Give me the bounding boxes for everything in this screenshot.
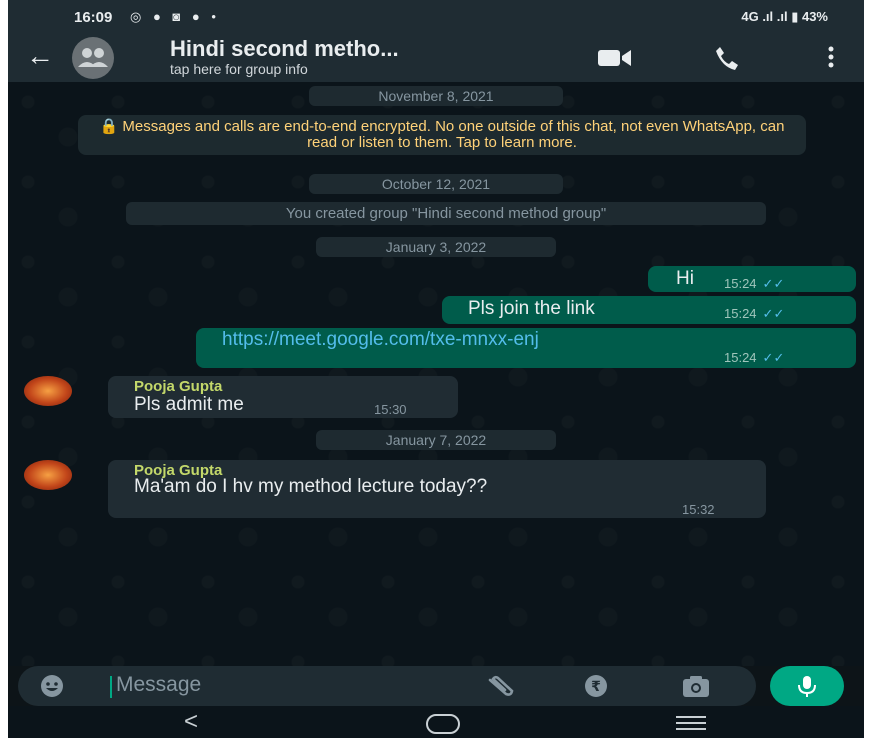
message-composer: Message ₹ bbox=[8, 666, 864, 706]
nav-back-icon[interactable]: < bbox=[184, 708, 198, 736]
message-time: 15:24 bbox=[724, 276, 757, 291]
more-options-icon[interactable] bbox=[828, 46, 834, 68]
voice-call-icon[interactable] bbox=[714, 45, 740, 71]
chat-title[interactable]: Hindi second metho... bbox=[170, 36, 399, 62]
message-text: Hi bbox=[676, 268, 694, 289]
status-time: 16:09 bbox=[74, 9, 113, 26]
date-separator: November 8, 2021 bbox=[309, 86, 563, 106]
message-bubble-outgoing[interactable]: Hi 15:24 ✓✓ bbox=[648, 266, 856, 292]
back-arrow-icon[interactable]: ← bbox=[26, 40, 54, 72]
video-call-icon[interactable] bbox=[598, 48, 632, 68]
read-ticks-icon: ✓✓ bbox=[762, 276, 785, 291]
attach-icon[interactable] bbox=[486, 674, 514, 698]
nav-home-icon[interactable] bbox=[426, 714, 460, 734]
message-bubble-incoming[interactable]: Pooja Gupta Pls admit me 15:30 bbox=[108, 376, 458, 418]
chat-subtitle[interactable]: tap here for group info bbox=[170, 61, 308, 77]
meeting-link[interactable]: https://meet.google.com/txe-mnxx-enj bbox=[222, 329, 539, 351]
message-time: 15:24 bbox=[724, 306, 757, 321]
nav-recent-apps-icon[interactable] bbox=[676, 716, 706, 734]
phone-screen: 16:09 ◎ ● ◙ ● • 4G .ıl .ıl ▮ 43% ← Hindi… bbox=[8, 0, 864, 738]
rupee-icon[interactable]: ₹ bbox=[584, 674, 608, 698]
date-separator: October 12, 2021 bbox=[309, 174, 563, 194]
message-bubble-outgoing[interactable]: Pls join the link 15:24 ✓✓ bbox=[442, 296, 856, 324]
date-separator: January 7, 2022 bbox=[316, 430, 556, 450]
sender-avatar[interactable] bbox=[24, 460, 72, 490]
message-text: Pls join the link bbox=[468, 298, 595, 319]
camera-icon[interactable] bbox=[682, 674, 710, 698]
message-time: 15:24 bbox=[724, 350, 757, 365]
message-meta: 15:24 ✓✓ bbox=[724, 350, 784, 366]
message-time: 15:32 bbox=[682, 502, 715, 517]
status-right: 4G .ıl .ıl ▮ 43% bbox=[741, 9, 828, 24]
status-bar: 16:09 ◎ ● ◙ ● • 4G .ıl .ıl ▮ 43% bbox=[8, 0, 864, 34]
group-avatar[interactable] bbox=[72, 37, 114, 79]
notification-icons: ◎ ● ◙ ● • bbox=[130, 9, 220, 24]
sender-name[interactable]: Pooja Gupta bbox=[134, 378, 222, 395]
sender-avatar[interactable] bbox=[24, 376, 72, 406]
message-text: Pls admit me bbox=[134, 394, 244, 415]
date-separator: January 3, 2022 bbox=[316, 237, 556, 257]
message-text: Ma'am do I hv my method lecture today?? bbox=[134, 476, 488, 497]
emoji-icon[interactable] bbox=[40, 674, 64, 698]
message-bubble-outgoing[interactable]: https://meet.google.com/txe-mnxx-enj 15:… bbox=[196, 328, 856, 368]
system-nav-bar: < bbox=[8, 706, 864, 738]
read-ticks-icon: ✓✓ bbox=[762, 306, 785, 321]
message-meta: 15:24 ✓✓ bbox=[724, 276, 784, 292]
message-time: 15:30 bbox=[374, 402, 407, 417]
text-cursor bbox=[110, 676, 112, 698]
message-input[interactable]: Message bbox=[116, 673, 201, 697]
chat-area[interactable]: November 8, 2021 🔒 Messages and calls ar… bbox=[8, 82, 864, 666]
mic-button[interactable] bbox=[770, 666, 844, 706]
encryption-notice[interactable]: 🔒 Messages and calls are end-to-end encr… bbox=[78, 115, 806, 155]
message-input-container[interactable]: Message ₹ bbox=[18, 666, 756, 706]
chat-header[interactable]: ← Hindi second metho... tap here for gro… bbox=[8, 34, 864, 82]
svg-text:₹: ₹ bbox=[591, 679, 601, 695]
system-message: You created group "Hindi second method g… bbox=[126, 202, 766, 225]
mic-icon bbox=[798, 676, 816, 697]
group-people-icon bbox=[78, 48, 108, 67]
message-meta: 15:24 ✓✓ bbox=[724, 306, 784, 322]
read-ticks-icon: ✓✓ bbox=[762, 350, 785, 365]
message-bubble-incoming[interactable]: Pooja Gupta Ma'am do I hv my method lect… bbox=[108, 460, 766, 518]
